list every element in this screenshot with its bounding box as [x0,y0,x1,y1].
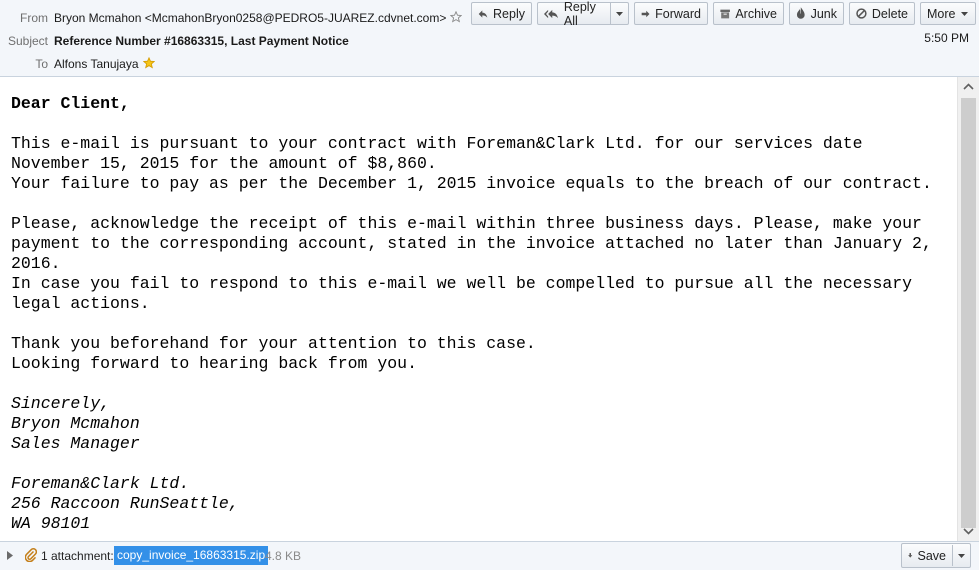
body-line: 2016. [11,254,61,273]
forward-icon [641,10,650,17]
archive-label: Archive [735,6,777,21]
vertical-scrollbar[interactable] [957,77,979,541]
reply-all-icon [544,9,559,18]
attachment-bar: 1 attachment: copy_invoice_16863315.zip … [0,541,979,570]
save-attachment-button[interactable]: Save [901,543,971,568]
body-line: Dear Client, [11,94,130,113]
delete-label: Delete [871,6,908,21]
chevron-down-icon [616,11,623,16]
reply-all-dropdown[interactable] [610,3,628,24]
reply-icon [478,9,488,18]
body-line: legal actions. [11,294,150,313]
body-line: Please, acknowledge the receipt of this … [11,214,922,233]
message-toolbar: Reply Reply All Forward Archive Junk Del… [471,0,979,28]
chevron-down-icon [961,11,969,16]
signature-line: Foreman&Clark Ltd. [11,474,190,493]
scroll-down-arrow-icon[interactable] [963,526,974,536]
reply-all-label: Reply All [563,0,596,28]
subject-value: Reference Number #16863315, Last Payment… [54,34,349,48]
signature-line: Sincerely, [11,394,111,413]
signature-line: Bryon Mcmahon [11,414,140,433]
delete-icon [856,8,867,19]
body-line: Looking forward to hearing back from you… [11,354,417,373]
forward-label: Forward [655,6,701,21]
archive-button[interactable]: Archive [713,2,784,25]
signature-line: WA 98101 [11,514,91,533]
message-header: From Bryon Mcmahon <McmahonBryon0258@PEDR… [0,0,979,77]
chevron-down-icon [958,553,965,558]
reply-button[interactable]: Reply [471,2,532,25]
junk-label: Junk [810,6,837,21]
archive-icon [720,9,730,18]
scrollbar-thumb[interactable] [961,98,976,528]
attachment-size: 4.8 KB [265,549,302,563]
body-line: Thank you beforehand for your attention … [11,334,536,353]
star-icon[interactable] [450,9,463,23]
expand-triangle-icon[interactable] [7,551,13,560]
signature-line: Sales Manager [11,434,140,453]
star-icon[interactable] [142,55,155,69]
subject-label: Subject [7,34,48,48]
to-row: To Alfons Tanujaya [0,54,155,74]
message-time: 5:50 PM [924,31,969,45]
attachment-count: 1 attachment: [41,549,114,563]
message-body: Dear Client, This e-mail is pursuant to … [0,77,957,541]
reply-all-button[interactable]: Reply All [537,0,629,28]
body-line: This e-mail is pursuant to your contract… [11,134,863,153]
subject-row: Subject Reference Number #16863315, Last … [0,31,349,51]
body-line: November 15, 2015 for the amount of $8,8… [11,154,437,173]
delete-button[interactable]: Delete [849,2,915,25]
from-address[interactable]: Bryon Mcmahon <McmahonBryon0258@PEDRO5-J… [54,11,446,25]
body-line: In case you fail to respond to this e-ma… [11,274,913,293]
body-line: payment to the corresponding account, st… [11,234,932,253]
paperclip-icon [25,548,37,562]
to-address[interactable]: Alfons Tanujaya [54,57,139,71]
forward-button[interactable]: Forward [634,2,708,25]
junk-button[interactable]: Junk [789,2,844,25]
body-line: Your failure to pay as per the December … [11,174,932,193]
from-row: From Bryon Mcmahon <McmahonBryon0258@PEDR… [0,8,463,28]
download-icon [908,553,913,558]
from-label: From [20,11,48,25]
scroll-up-arrow-icon[interactable] [963,82,974,92]
save-label: Save [917,548,947,563]
reply-label: Reply [493,6,525,21]
save-dropdown[interactable] [952,545,970,566]
more-label: More [927,6,956,21]
to-label: To [35,57,48,71]
attachment-file-link[interactable]: copy_invoice_16863315.zip [114,546,269,565]
signature-line: 256 Raccoon RunSeattle, [11,494,239,513]
junk-icon [796,7,805,19]
more-button[interactable]: More [920,2,976,25]
